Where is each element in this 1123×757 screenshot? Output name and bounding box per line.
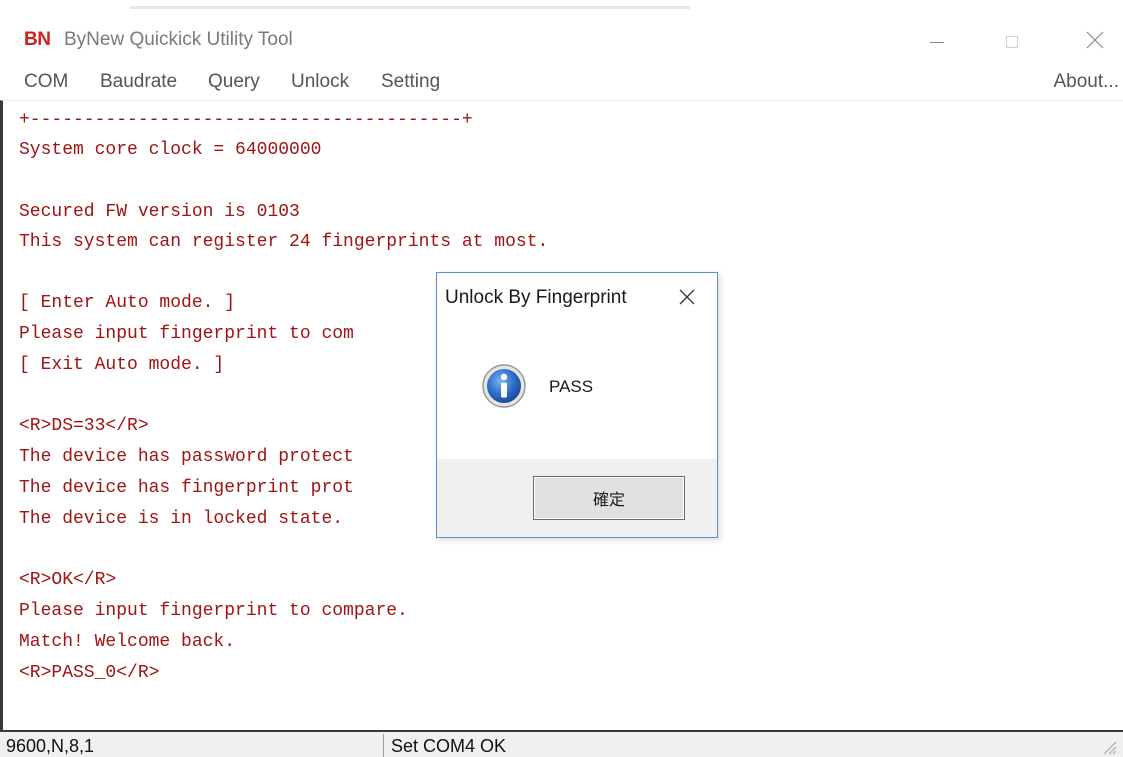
maximize-icon [1006,36,1018,48]
terminal-line: Please input fingerprint to compare. [19,601,408,621]
terminal-line: The device has fingerprint prot [19,478,354,498]
menu-bar: COM Baudrate Query Unlock Setting About.… [0,62,1123,100]
terminal-line: [ Enter Auto mode. ] [19,293,236,313]
app-window: BN ByNew Quickick Utility Tool COM Baudr… [0,0,1123,757]
terminal-line: <R>PASS_0</R> [19,663,160,683]
app-logo: BN [24,29,51,50]
terminal-line: Please input fingerprint to com [19,324,354,344]
dialog-message: PASS [549,377,594,396]
dialog-footer: 確定 [437,459,717,537]
message-dialog: Unlock By Fingerprint PASS 確定 [436,272,718,538]
window-title: ByNew Quickick Utility Tool [64,29,293,50]
close-button[interactable] [1072,24,1118,60]
status-message: Set COM4 OK [391,736,507,756]
close-icon [1086,31,1104,49]
maximize-button[interactable] [990,24,1036,60]
dialog-body: PASS [437,319,717,459]
menu-baudrate[interactable]: Baudrate [100,71,177,93]
window-top-edge [0,0,1123,12]
terminal-line: <R>DS=33</R> [19,416,149,436]
terminal-line: The device has password protect [19,447,354,467]
dialog-title: Unlock By Fingerprint [445,287,627,308]
terminal-line: Match! Welcome back. [19,632,236,652]
terminal-line: Secured FW version is 0103 [19,202,300,222]
resize-grip-icon[interactable] [1096,736,1118,756]
status-bar: 9600,N,8,1 Set COM4 OK [0,730,1123,757]
status-baud-settings: 9600,N,8,1 [6,736,95,756]
minimize-icon [930,42,944,43]
terminal-line: This system can register 24 fingerprints… [19,232,549,252]
terminal-line: System core clock = 64000000 [19,140,322,160]
menu-setting[interactable]: Setting [381,71,440,93]
dialog-close-button[interactable] [673,283,701,311]
title-bar[interactable]: BN ByNew Quickick Utility Tool [0,12,1123,62]
menu-com[interactable]: COM [24,71,68,93]
info-icon [482,364,526,408]
terminal-line: <R>OK</R> [19,570,117,590]
ok-button[interactable]: 確定 [533,476,685,520]
status-divider [383,734,384,757]
close-icon [679,289,695,305]
terminal-line: [ Exit Auto mode. ] [19,355,225,375]
terminal-line: The device is in locked state. [19,509,344,529]
minimize-button[interactable] [914,24,960,60]
menu-about[interactable]: About... [1054,71,1120,93]
menu-query[interactable]: Query [208,71,260,93]
terminal-line: +---------------------------------------… [19,110,473,130]
menu-unlock[interactable]: Unlock [291,71,349,93]
dialog-title-bar[interactable]: Unlock By Fingerprint [437,273,717,319]
